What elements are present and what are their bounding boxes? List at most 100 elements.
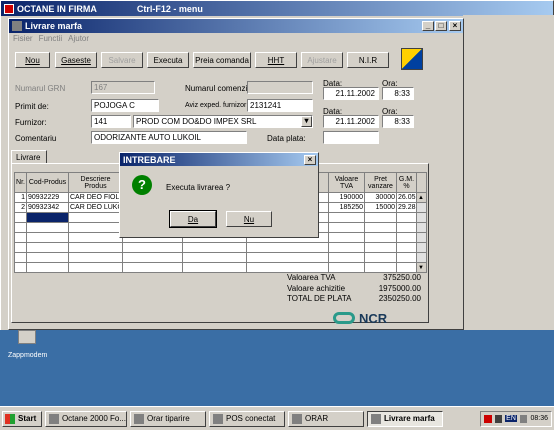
cell-nr: 1 xyxy=(14,192,27,203)
furnizor-label: Furnizor: xyxy=(15,118,47,127)
ajustare-button[interactable]: Ajustare xyxy=(301,52,343,68)
gaseste-button[interactable]: Gaseste xyxy=(55,52,97,68)
cell-pret: 30000 xyxy=(364,192,397,203)
data-plata-label: Data plata: xyxy=(267,134,306,143)
taskbar-item-label: POS conectat xyxy=(226,414,276,423)
hht-button[interactable]: HHT xyxy=(255,52,297,68)
executa-button[interactable]: Executa xyxy=(147,52,189,68)
cell-desc: CAR DEO LUKO xyxy=(68,202,123,213)
furnizor-code-field[interactable]: 141 xyxy=(91,115,131,128)
scroll-down-icon[interactable]: ▼ xyxy=(416,262,427,273)
scroll-up-icon[interactable]: ▲ xyxy=(416,192,427,203)
col-tva: Valoare TVA xyxy=(328,172,365,193)
desktop-icon-zappmodem[interactable]: Zappmodem xyxy=(8,330,48,362)
comentariu-field[interactable]: ODORIZANTE AUTO LUKOIL xyxy=(91,131,247,144)
scrollbar-track[interactable] xyxy=(416,202,427,213)
ncr-logo-icon xyxy=(333,312,355,324)
taskbar-item-livrare[interactable]: Livrare marfa xyxy=(367,410,443,427)
cell-desc: CAR DEO FIOLA xyxy=(68,192,123,203)
aviz-label: Aviz exped. furnizor: xyxy=(185,102,249,109)
tab-livrare-label: Livrare xyxy=(16,153,41,162)
maximize-button[interactable]: □ xyxy=(435,21,447,31)
col-cod: Cod-Produs xyxy=(26,172,69,193)
livrare-title: Livrare marfa xyxy=(25,21,83,31)
dialog-title-bar: INTREBARE × xyxy=(120,153,318,166)
primit-label: Primit de: xyxy=(15,102,49,111)
col-nr: Nr. xyxy=(14,172,27,193)
nr-comenzii-field[interactable] xyxy=(247,81,313,94)
taskbar-item-label: Octane 2000 Fo... xyxy=(61,414,126,423)
app-icon xyxy=(49,413,59,424)
language-indicator[interactable]: EN xyxy=(505,415,517,422)
minimize-button[interactable]: _ xyxy=(422,21,434,31)
data-field-1[interactable]: 21.11.2002 xyxy=(323,87,379,100)
clock: 08:36 xyxy=(530,415,548,422)
taskbar-item-pos[interactable]: POS conectat xyxy=(209,410,285,427)
menu-functii[interactable]: Functii xyxy=(39,34,63,44)
salvare-button[interactable]: Salvare xyxy=(101,52,143,68)
close-button[interactable]: × xyxy=(449,21,461,31)
aviz-field[interactable]: 2131241 xyxy=(247,99,313,112)
outer-title-bar: OCTANE IN FIRMA Ctrl-F12 - menu xyxy=(1,1,553,16)
taskbar-item-orar[interactable]: ORAR xyxy=(288,410,364,427)
cell-tva: 185250 xyxy=(328,202,365,213)
cell-gm: 26.05 xyxy=(396,192,417,203)
total-plata-value: 2350250.00 xyxy=(378,294,421,303)
comentariu-label: Comentariu xyxy=(15,134,57,143)
nr-grn-label: Numarul GRN xyxy=(15,84,66,93)
table-row-empty[interactable] xyxy=(14,252,427,263)
cell-nr: 2 xyxy=(14,202,27,213)
tray-icon[interactable] xyxy=(494,414,503,423)
cell-pret: 15000 xyxy=(364,202,397,213)
windows-logo-icon xyxy=(5,413,15,424)
outer-window-title: OCTANE IN FIRMA xyxy=(17,3,97,14)
menu-ajutor[interactable]: Ajutor xyxy=(68,34,89,44)
livrare-title-bar: Livrare marfa _ □ × xyxy=(9,19,463,33)
scroll-header xyxy=(416,172,427,193)
system-tray: EN 08:36 xyxy=(480,410,552,427)
taskbar-item-label: Orar tiparire xyxy=(147,414,190,423)
taskbar-item-orar-tiparire[interactable]: Orar tiparire xyxy=(130,410,206,427)
preia-comanda-button[interactable]: Preia comanda xyxy=(193,52,251,68)
taskbar-item-octane[interactable]: Octane 2000 Fo... xyxy=(45,410,127,427)
tva-total-value: 375250.00 xyxy=(383,273,421,282)
nu-button[interactable]: Nu xyxy=(226,211,272,227)
zappmodem-icon xyxy=(18,330,36,344)
nr-comenzii-label: Numarul comenzii: xyxy=(185,84,252,93)
table-row-empty[interactable] xyxy=(14,242,427,253)
tva-total-label: Valoarea TVA xyxy=(287,273,336,282)
taskbar-item-label: ORAR xyxy=(305,414,329,423)
total-plata-label: TOTAL DE PLATA xyxy=(287,294,352,303)
nr-grn-field: 167 xyxy=(91,81,155,94)
col-gm: G.M. % xyxy=(396,172,417,193)
outer-window-icon xyxy=(4,3,14,14)
data-plata-field[interactable] xyxy=(323,131,379,144)
achizitie-label: Valoare achizitie xyxy=(287,284,346,293)
furnizor-select[interactable]: PROD COM DO&DO IMPEX SRL ▾ xyxy=(133,115,313,128)
chevron-down-icon[interactable]: ▾ xyxy=(301,116,312,127)
speaker-icon[interactable] xyxy=(519,414,528,423)
taskbar-item-label: Livrare marfa xyxy=(384,414,435,423)
start-button[interactable]: Start xyxy=(2,410,42,427)
ncr-logo-text: NCR xyxy=(359,310,388,326)
app-logo-icon xyxy=(401,48,423,70)
cell-cod: 90932229 xyxy=(26,192,69,203)
data-field-2[interactable]: 21.11.2002 xyxy=(323,115,379,128)
nir-button[interactable]: N.I.R xyxy=(347,52,389,68)
tray-icon[interactable] xyxy=(484,414,492,423)
da-button[interactable]: Da xyxy=(169,210,217,228)
outer-window-shortcut: Ctrl-F12 - menu xyxy=(136,3,203,14)
menu-fisier[interactable]: Fisier xyxy=(13,34,33,44)
taskbar: Start Octane 2000 Fo... Orar tiparire PO… xyxy=(0,406,554,430)
app-icon xyxy=(134,413,144,424)
furnizor-value: PROD COM DO&DO IMPEX SRL xyxy=(136,117,257,126)
app-icon xyxy=(371,413,381,424)
table-row-empty[interactable]: ▼ xyxy=(14,262,427,273)
ora-field-2[interactable]: 8:33 xyxy=(382,115,414,128)
nou-button[interactable]: Nou xyxy=(15,52,50,68)
ora-field-1[interactable]: 8:33 xyxy=(382,87,414,100)
primit-field[interactable]: POJOGA C xyxy=(91,99,159,112)
dialog-close-button[interactable]: × xyxy=(304,154,316,165)
tab-livrare[interactable]: Livrare xyxy=(11,150,47,164)
cell-cod: 90932342 xyxy=(26,202,69,213)
